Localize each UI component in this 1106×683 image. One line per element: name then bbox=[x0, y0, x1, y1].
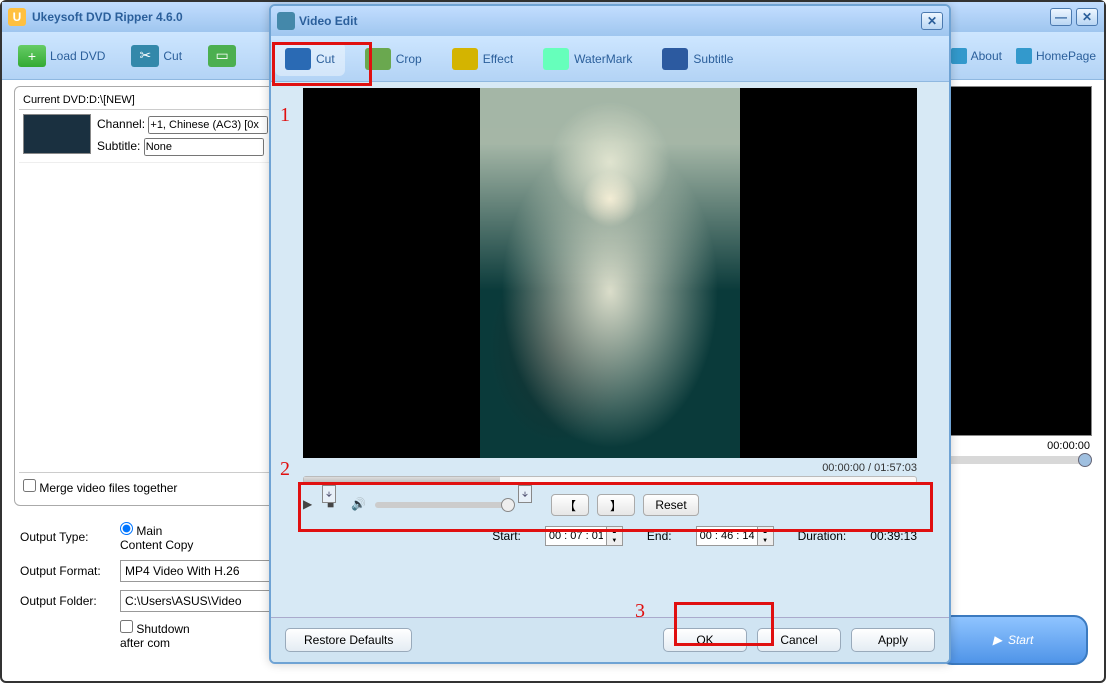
output-format-label: Output Format: bbox=[20, 564, 106, 578]
shutdown-checkbox-row[interactable]: Shutdown after com bbox=[120, 620, 206, 650]
apply-button[interactable]: Apply bbox=[851, 628, 935, 652]
merge-checkbox-row[interactable]: Merge video files together bbox=[23, 481, 177, 495]
channel-label: Channel: bbox=[97, 117, 145, 131]
trim-start-handle[interactable] bbox=[322, 485, 336, 503]
dialog-titlebar: Video Edit ✕ bbox=[271, 6, 949, 36]
dialog-icon bbox=[277, 12, 295, 30]
duration-label: Duration: bbox=[798, 529, 847, 543]
subtitle-label: Subtitle: bbox=[97, 139, 140, 153]
reset-button[interactable]: Reset bbox=[643, 494, 699, 516]
main-cut-label: Cut bbox=[163, 49, 182, 63]
cut-tab-icon bbox=[285, 48, 311, 70]
output-type-radio[interactable]: Main Content Copy bbox=[120, 522, 206, 552]
start-time-spinner[interactable]: ▲▼ bbox=[607, 526, 623, 546]
dialog-close-button[interactable]: ✕ bbox=[921, 12, 943, 30]
main-cut-button[interactable]: ✂ Cut bbox=[123, 41, 190, 71]
close-button[interactable]: ✕ bbox=[1076, 8, 1098, 26]
dialog-title: Video Edit bbox=[299, 14, 921, 28]
tab-subtitle[interactable]: Subtitle bbox=[652, 42, 743, 76]
crop-tab-icon bbox=[365, 48, 391, 70]
scissors-icon: ✂ bbox=[131, 45, 159, 67]
effect-tab-icon bbox=[452, 48, 478, 70]
subtitle-tab-icon bbox=[662, 48, 688, 70]
edit-video-preview[interactable] bbox=[303, 88, 917, 458]
merge-checkbox[interactable] bbox=[23, 479, 36, 492]
restore-defaults-button[interactable]: Restore Defaults bbox=[285, 628, 412, 652]
watermark-tab-icon bbox=[543, 48, 569, 70]
set-start-bracket-button[interactable]: 【 bbox=[551, 494, 589, 516]
duration-value: 00:39:13 bbox=[870, 529, 917, 543]
minimize-button[interactable]: — bbox=[1050, 8, 1072, 26]
volume-handle[interactable] bbox=[501, 498, 515, 512]
picture-icon: ▭ bbox=[208, 45, 236, 67]
playback-position-label: 00:00:00 / 01:57:03 bbox=[303, 462, 917, 474]
video-edit-dialog: Video Edit ✕ Cut Crop Effect WaterMark S… bbox=[269, 4, 951, 664]
end-time-input[interactable] bbox=[696, 526, 758, 546]
set-end-bracket-button[interactable]: 】 bbox=[597, 494, 635, 516]
app-logo-icon: U bbox=[8, 8, 26, 26]
load-dvd-label: Load DVD bbox=[50, 49, 105, 63]
load-dvd-icon: + bbox=[18, 45, 46, 67]
home-icon bbox=[1016, 48, 1032, 64]
load-dvd-button[interactable]: + Load DVD bbox=[10, 41, 113, 71]
output-type-label: Output Type: bbox=[20, 530, 106, 544]
start-time-input[interactable] bbox=[545, 526, 607, 546]
dvd-thumbnail bbox=[23, 114, 91, 154]
info-icon bbox=[951, 48, 967, 64]
main-crop-button[interactable]: ▭ bbox=[200, 41, 244, 71]
homepage-link[interactable]: HomePage bbox=[1016, 48, 1096, 64]
ok-button[interactable]: OK bbox=[663, 628, 747, 652]
channel-select[interactable] bbox=[148, 116, 268, 134]
video-frame-content bbox=[480, 88, 740, 458]
start-button[interactable]: ▶ Start bbox=[938, 615, 1088, 665]
about-link[interactable]: About bbox=[951, 48, 1002, 64]
tab-watermark[interactable]: WaterMark bbox=[533, 42, 642, 76]
output-folder-label: Output Folder: bbox=[20, 594, 106, 608]
trim-progress bbox=[304, 477, 500, 483]
end-time-label: End: bbox=[647, 529, 672, 543]
cancel-button[interactable]: Cancel bbox=[757, 628, 841, 652]
shutdown-checkbox[interactable] bbox=[120, 620, 133, 633]
edit-tabs: Cut Crop Effect WaterMark Subtitle bbox=[271, 36, 949, 82]
trim-slider[interactable] bbox=[303, 476, 917, 484]
end-time-spinner[interactable]: ▲▼ bbox=[758, 526, 774, 546]
subtitle-select[interactable] bbox=[144, 138, 264, 156]
volume-icon[interactable]: 🔊 bbox=[351, 497, 367, 513]
play-button[interactable]: ▶ bbox=[303, 497, 319, 513]
slider-handle[interactable] bbox=[1078, 453, 1092, 467]
volume-slider[interactable] bbox=[375, 502, 515, 508]
start-time-label: Start: bbox=[492, 529, 521, 543]
tab-crop[interactable]: Crop bbox=[355, 42, 432, 76]
tab-cut[interactable]: Cut bbox=[275, 42, 345, 76]
trim-end-handle[interactable] bbox=[518, 485, 532, 503]
tab-effect[interactable]: Effect bbox=[442, 42, 523, 76]
play-icon: ▶ bbox=[993, 633, 1002, 647]
